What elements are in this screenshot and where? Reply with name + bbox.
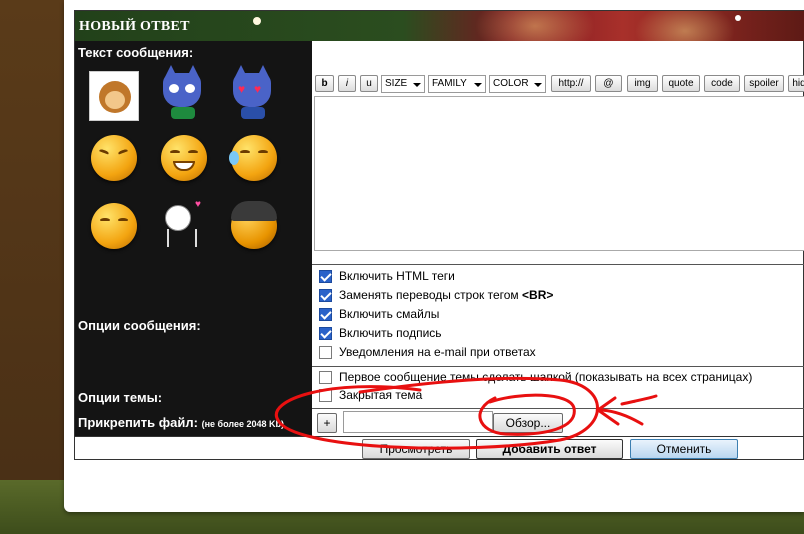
size-select[interactable]: SIZE [381,75,425,93]
header-sparkle [253,17,261,25]
blush-smiley-icon[interactable] [87,199,139,251]
attach-file-label-text: Прикрепить файл: [78,415,198,430]
checkbox-pin-header[interactable] [319,371,332,384]
header-artwork [475,11,595,41]
checkbox-signature[interactable] [319,327,332,340]
left-label-column: Текст сообщения: ♥ ♥ ♥ Опции сообщения: … [75,41,312,436]
cool-smiley-icon[interactable] [227,199,279,251]
blue-cat-smiley-icon[interactable] [157,65,209,121]
option-signature-label: Включить подпись [339,326,442,340]
divider [312,366,804,367]
hide-button[interactable]: hid [788,75,804,92]
option-br-tags-label: Заменять переводы строк тегом <BR> [339,288,554,302]
bold-button[interactable]: b [315,75,334,92]
header-artwork [635,11,735,41]
reply-form: НОВЫЙ ОТВЕТ Текст сообщения: ♥ ♥ ♥ Опции… [74,10,804,460]
size-select-value: SIZE [385,78,408,89]
checkbox-smileys[interactable] [319,308,332,321]
browse-button[interactable]: Обзор... [493,413,563,433]
attach-limit-text: (не более 2048 Kb) [201,419,284,429]
preview-button[interactable]: Просмотреть [362,439,470,459]
option-pin-header-label: Первое сообщение темы сделать шапкой (по… [339,370,753,384]
family-select-value: FAMILY [432,78,467,89]
divider [312,264,804,265]
code-button[interactable]: code [704,75,740,92]
quote-button[interactable]: quote [662,75,700,92]
divider [75,436,804,437]
spoiler-button[interactable]: spoiler [744,75,784,92]
message-text-label: Текст сообщения: [78,45,194,60]
checkbox-email-notify[interactable] [319,346,332,359]
header-sparkle [735,15,741,21]
option-smileys-label: Включить смайлы [339,307,440,321]
cancel-button[interactable]: Отменить [630,439,738,459]
chevron-down-icon [534,83,542,87]
stick-figure-smiley-icon[interactable]: ♥ [157,199,209,251]
chevron-down-icon [474,83,482,87]
underline-button[interactable]: u [360,75,378,92]
italic-button[interactable]: i [338,75,356,92]
message-textarea[interactable] [314,96,804,251]
right-input-column: b i u SIZE FAMILY COLOR http:// @ img qu… [312,41,804,436]
form-title: НОВЫЙ ОТВЕТ [79,19,190,34]
message-options-label: Опции сообщения: [78,318,201,333]
option-closed-topic-label: Закрытая тема [339,388,423,402]
attach-file-label: Прикрепить файл: (не более 2048 Kb) [78,415,284,430]
option-email-notify-label: Уведомления на e-mail при ответах [339,345,536,359]
url-button[interactable]: http:// [551,75,591,92]
topic-options-label: Опции темы: [78,390,163,405]
submit-reply-button[interactable]: Добавить ответ [476,439,623,459]
color-select-value: COLOR [493,78,529,89]
img-button[interactable]: img [627,75,658,92]
angry-smiley-icon[interactable] [87,131,139,183]
checkbox-br-tags[interactable] [319,289,332,302]
monkey-smiley-icon[interactable] [87,69,139,121]
grin-smiley-icon[interactable] [157,131,209,183]
option-html-tags-label: Включить HTML теги [339,269,455,283]
cat-heart-eyes-smiley-icon[interactable]: ♥ ♥ [227,65,279,121]
form-header: НОВЫЙ ОТВЕТ [75,11,804,41]
chevron-down-icon [413,83,421,87]
add-attachment-button[interactable]: + [317,413,337,433]
checkbox-closed-topic[interactable] [319,389,332,402]
divider [312,408,804,409]
checkbox-html-tags[interactable] [319,270,332,283]
sweat-smiley-icon[interactable] [227,131,279,183]
file-path-input[interactable] [343,411,493,433]
email-button[interactable]: @ [595,75,622,92]
family-select[interactable]: FAMILY [428,75,486,93]
color-select[interactable]: COLOR [489,75,546,93]
